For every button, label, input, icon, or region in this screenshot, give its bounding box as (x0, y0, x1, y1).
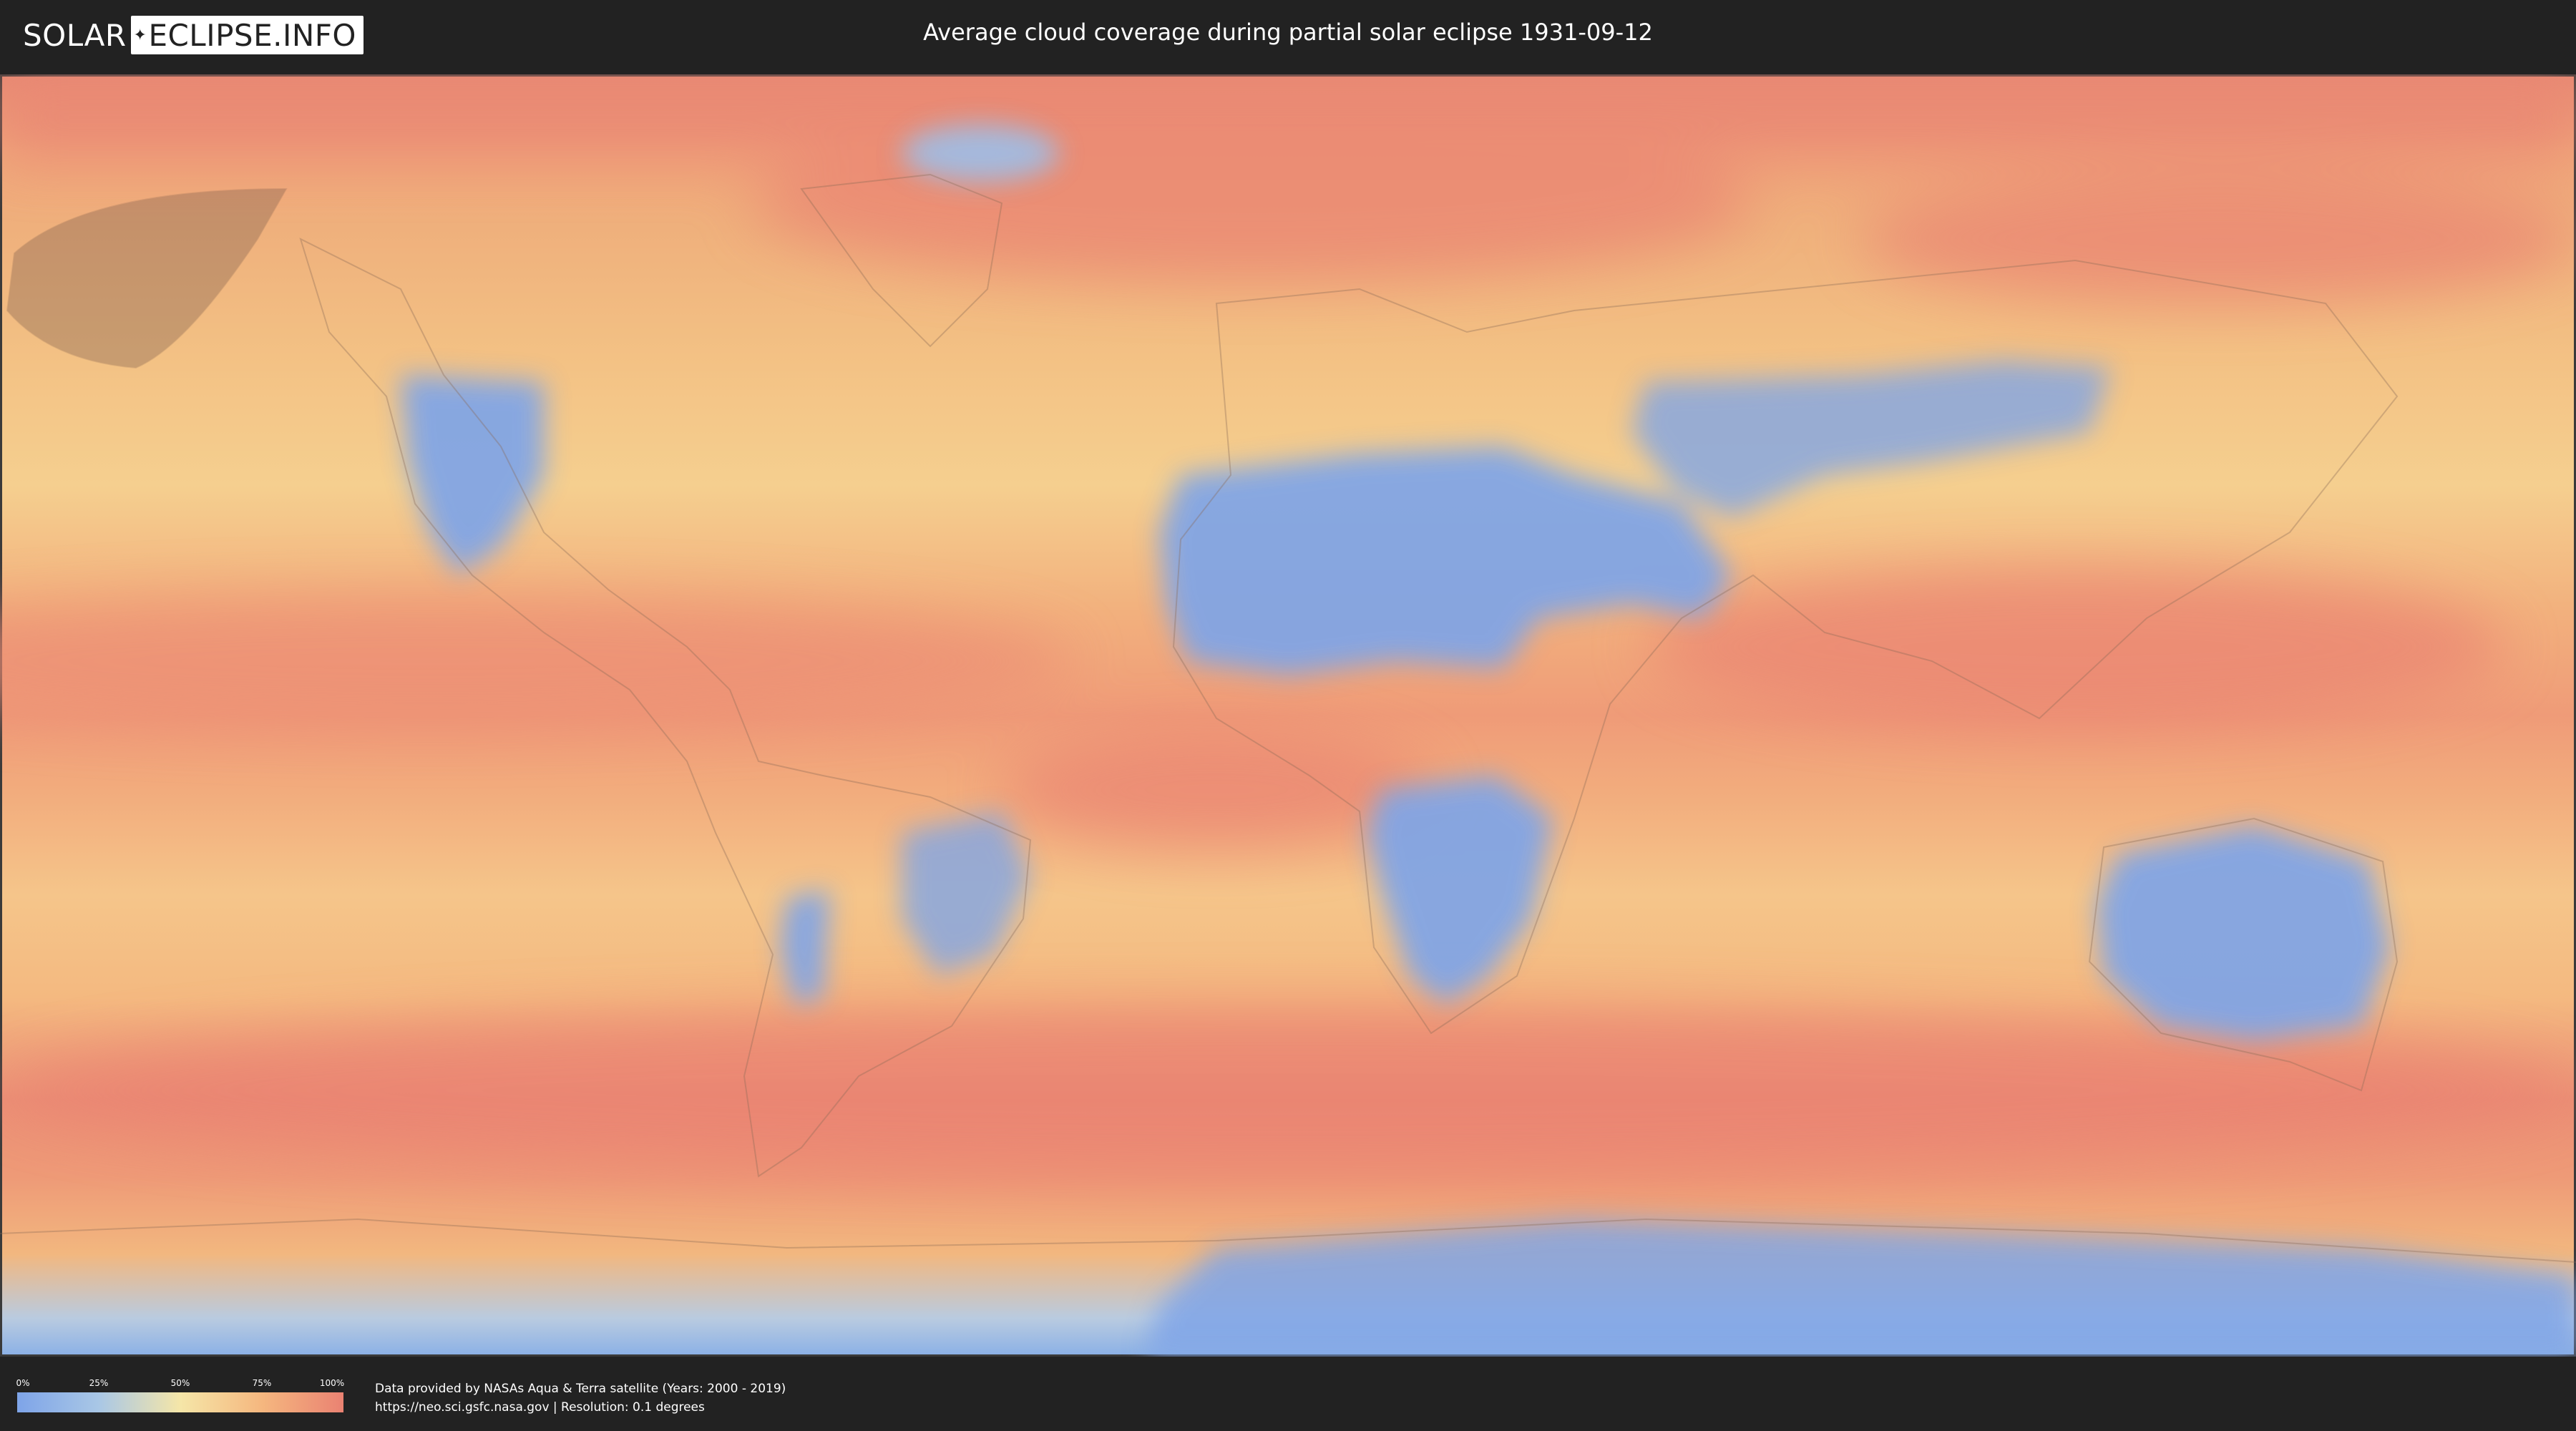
legend-ticks: 0% 25% 50% 75% 100% (16, 1378, 345, 1392)
legend-color-bar (17, 1392, 343, 1412)
legend-tick-25: 25% (89, 1378, 109, 1388)
legend-tick-75: 75% (252, 1378, 272, 1388)
credits-line-1: Data provided by NASAs Aqua & Terra sate… (375, 1382, 786, 1396)
legend-tick-50: 50% (170, 1378, 190, 1388)
eclipse-shadow-area (6, 187, 288, 369)
data-credits: Data provided by NASAs Aqua & Terra sate… (375, 1379, 786, 1417)
legend-tick-0: 0% (16, 1378, 30, 1388)
legend-tick-100: 100% (319, 1378, 345, 1388)
cloud-coverage-map[interactable] (0, 74, 2576, 1357)
map-layers (0, 74, 2576, 1357)
credits-line-2: https://neo.sci.gsfc.nasa.gov | Resoluti… (375, 1400, 705, 1415)
page-title: Average cloud coverage during partial so… (923, 19, 1653, 46)
cloud-legend: 0% 25% 50% 75% 100% (16, 1378, 345, 1412)
footer-bar: 0% 25% 50% 75% 100% Data provided by NAS… (0, 1357, 2576, 1431)
header-bar: SOLAR ✦ ECLIPSE.INFO Average cloud cover… (0, 0, 2576, 72)
page: SOLAR ✦ ECLIPSE.INFO Average cloud cover… (0, 0, 2576, 1431)
